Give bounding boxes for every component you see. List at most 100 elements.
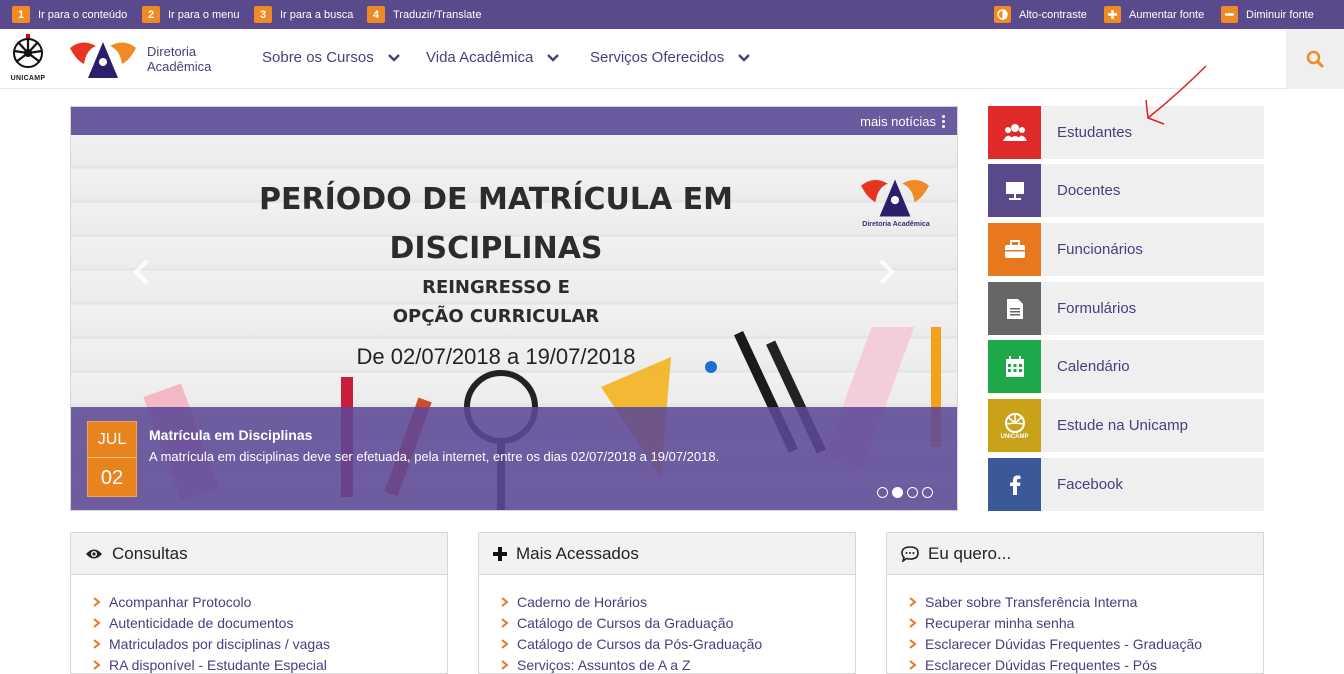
panel-link[interactable]: Matriculados por disciplinas / vagas bbox=[93, 633, 447, 654]
search-button[interactable] bbox=[1286, 29, 1344, 89]
panel-header: Mais Acessados bbox=[479, 533, 855, 575]
caret-right-icon bbox=[501, 617, 509, 628]
date-day: 02 bbox=[100, 466, 124, 489]
translate-link[interactable]: 4 Traduzir/Translate bbox=[367, 6, 481, 23]
users-icon bbox=[988, 106, 1041, 159]
high-contrast-label: Alto-contraste bbox=[1019, 8, 1087, 21]
unicamp-wordmark: UNICAMP bbox=[10, 75, 46, 82]
panel-link[interactable]: Caderno de Horários bbox=[501, 591, 855, 612]
side-item-estude-na-unicamp[interactable]: UNICAMP Estude na Unicamp bbox=[988, 399, 1264, 452]
slide-title-line-2: DISCIPLINAS bbox=[389, 231, 603, 266]
panel-link[interactable]: Esclarecer Dúvidas Frequentes - Graduaçã… bbox=[909, 633, 1263, 654]
caption-title[interactable]: Matrícula em Disciplinas bbox=[149, 427, 312, 443]
panel-link[interactable]: Recuperar minha senha bbox=[909, 612, 1263, 633]
skip-to-menu-label: Ir para o menu bbox=[168, 8, 240, 21]
panel-link[interactable]: Saber sobre Transferência Interna bbox=[909, 591, 1263, 612]
pager-dot[interactable] bbox=[922, 487, 933, 498]
more-news-link[interactable]: mais notícias bbox=[860, 114, 945, 129]
skip-to-content-link[interactable]: 1 Ir para o conteúdo bbox=[12, 6, 127, 23]
panel-link-list: Saber sobre Transferência Interna Recupe… bbox=[887, 575, 1263, 674]
caption-text: A matrícula em disciplinas deve ser efet… bbox=[149, 449, 720, 464]
chevron-down-icon bbox=[738, 53, 751, 62]
slide-subtitle-line-2: OPÇÃO CURRICULAR bbox=[392, 306, 600, 327]
carousel-top-bar: mais notícias bbox=[71, 107, 957, 135]
panel-link[interactable]: Autenticidade de documentos bbox=[93, 612, 447, 633]
high-contrast-button[interactable]: Alto-contraste bbox=[994, 6, 1087, 23]
nav-vida-academica[interactable]: Vida Acadêmica bbox=[426, 49, 560, 66]
chevron-down-icon bbox=[547, 53, 560, 62]
panel-link-label: RA disponível - Estudante Especial bbox=[109, 656, 327, 673]
panel-title: Consultas bbox=[112, 543, 188, 563]
panel-title: Eu quero... bbox=[928, 543, 1012, 563]
panel-link[interactable]: Esclarecer Dúvidas Frequentes - Pós bbox=[909, 654, 1263, 674]
skip-to-search-link[interactable]: 3 Ir para a busca bbox=[254, 6, 353, 23]
brand-line-2: Acadêmica bbox=[147, 59, 212, 74]
presentation-icon bbox=[988, 164, 1041, 217]
caret-right-icon bbox=[909, 596, 917, 607]
more-news-label: mais notícias bbox=[860, 114, 936, 129]
decrease-font-button[interactable]: Diminuir fonte bbox=[1221, 6, 1314, 23]
side-item-docentes[interactable]: Docentes bbox=[988, 164, 1264, 217]
side-item-label: Facebook bbox=[1057, 476, 1123, 493]
increase-font-button[interactable]: Aumentar fonte bbox=[1104, 6, 1204, 23]
panel-link[interactable]: Catálogo de Cursos da Graduação bbox=[501, 612, 855, 633]
plus-icon bbox=[1104, 6, 1121, 23]
panel-link-list: Acompanhar Protocolo Autenticidade de do… bbox=[71, 575, 447, 674]
chevron-down-icon bbox=[387, 53, 400, 62]
skip-to-menu-link[interactable]: 2 Ir para o menu bbox=[142, 6, 240, 23]
nav-sobre-os-cursos[interactable]: Sobre os Cursos bbox=[262, 49, 400, 66]
briefcase-icon bbox=[988, 223, 1041, 276]
side-item-funcionarios[interactable]: Funcionários bbox=[988, 223, 1264, 276]
side-item-label: Funcionários bbox=[1057, 241, 1143, 258]
side-item-calendario[interactable]: Calendário bbox=[988, 340, 1264, 393]
slide-dates: De 02/07/2018 a 19/07/2018 bbox=[356, 344, 636, 369]
caret-right-icon bbox=[93, 617, 101, 628]
panel-header: Eu quero... bbox=[887, 533, 1263, 575]
caret-right-icon bbox=[909, 638, 917, 649]
side-item-estudantes[interactable]: Estudantes bbox=[988, 106, 1264, 159]
eye-icon bbox=[86, 549, 102, 558]
caret-right-icon bbox=[93, 659, 101, 670]
decrease-font-label: Diminuir fonte bbox=[1246, 8, 1314, 21]
date-month: JUL bbox=[88, 422, 136, 458]
caret-right-icon bbox=[93, 638, 101, 649]
nav-servicos-oferecidos[interactable]: Serviços Oferecidos bbox=[590, 49, 751, 66]
pager-dot[interactable] bbox=[877, 487, 888, 498]
unicamp-icon: UNICAMP bbox=[988, 399, 1041, 452]
panel-link[interactable]: Serviços: Assuntos de A a Z bbox=[501, 654, 855, 674]
slide-title-line-1: PERÍODO DE MATRÍCULA EM bbox=[259, 182, 733, 217]
panel-link-label: Caderno de Horários bbox=[517, 593, 647, 610]
panel-link[interactable]: RA disponível - Estudante Especial bbox=[93, 654, 447, 674]
side-item-label: Calendário bbox=[1057, 358, 1130, 375]
next-slide-arrow[interactable] bbox=[871, 257, 901, 287]
side-item-label: Formulários bbox=[1057, 300, 1137, 317]
calendar-icon bbox=[988, 340, 1041, 393]
panel-link[interactable]: Catálogo de Cursos da Pós-Graduação bbox=[501, 633, 855, 654]
panel-link-label: Saber sobre Transferência Interna bbox=[925, 593, 1138, 610]
panel-link[interactable]: Acompanhar Protocolo bbox=[93, 591, 447, 612]
panel-link-label: Catálogo de Cursos da Pós-Graduação bbox=[517, 635, 763, 652]
brand-name: Diretoria Acadêmica bbox=[147, 44, 211, 74]
side-item-formularios[interactable]: Formulários bbox=[988, 282, 1264, 335]
slide-subtitle-line-1: REINGRESSO E bbox=[422, 277, 570, 298]
shortcut-number: 3 bbox=[254, 6, 272, 23]
slide-caption[interactable]: JUL 02 Matrícula em Disciplinas A matríc… bbox=[71, 407, 957, 510]
side-item-label: Docentes bbox=[1057, 182, 1121, 199]
panel-title: Mais Acessados bbox=[516, 543, 639, 563]
diretoria-academica-logo[interactable] bbox=[68, 38, 138, 80]
more-vertical-icon bbox=[942, 115, 945, 128]
panel-header: Consultas bbox=[71, 533, 447, 575]
previous-slide-arrow[interactable] bbox=[127, 257, 157, 287]
accessibility-bar: 1 Ir para o conteúdo 2 Ir para o menu 3 … bbox=[0, 0, 1344, 29]
side-item-facebook[interactable]: Facebook bbox=[988, 458, 1264, 511]
pager-dot[interactable] bbox=[907, 487, 918, 498]
brand-line-1: Diretoria bbox=[147, 44, 197, 59]
pager-dot-active[interactable] bbox=[892, 487, 903, 498]
slide-logo bbox=[861, 179, 929, 217]
skip-to-search-label: Ir para a busca bbox=[280, 8, 354, 21]
side-item-label: Estudantes bbox=[1057, 124, 1133, 141]
translate-label: Traduzir/Translate bbox=[393, 8, 482, 21]
panel-eu-quero: Eu quero... Saber sobre Transferência In… bbox=[886, 532, 1264, 674]
shortcut-number: 4 bbox=[367, 6, 385, 23]
panel-link-label: Esclarecer Dúvidas Frequentes - Pós bbox=[925, 656, 1157, 673]
